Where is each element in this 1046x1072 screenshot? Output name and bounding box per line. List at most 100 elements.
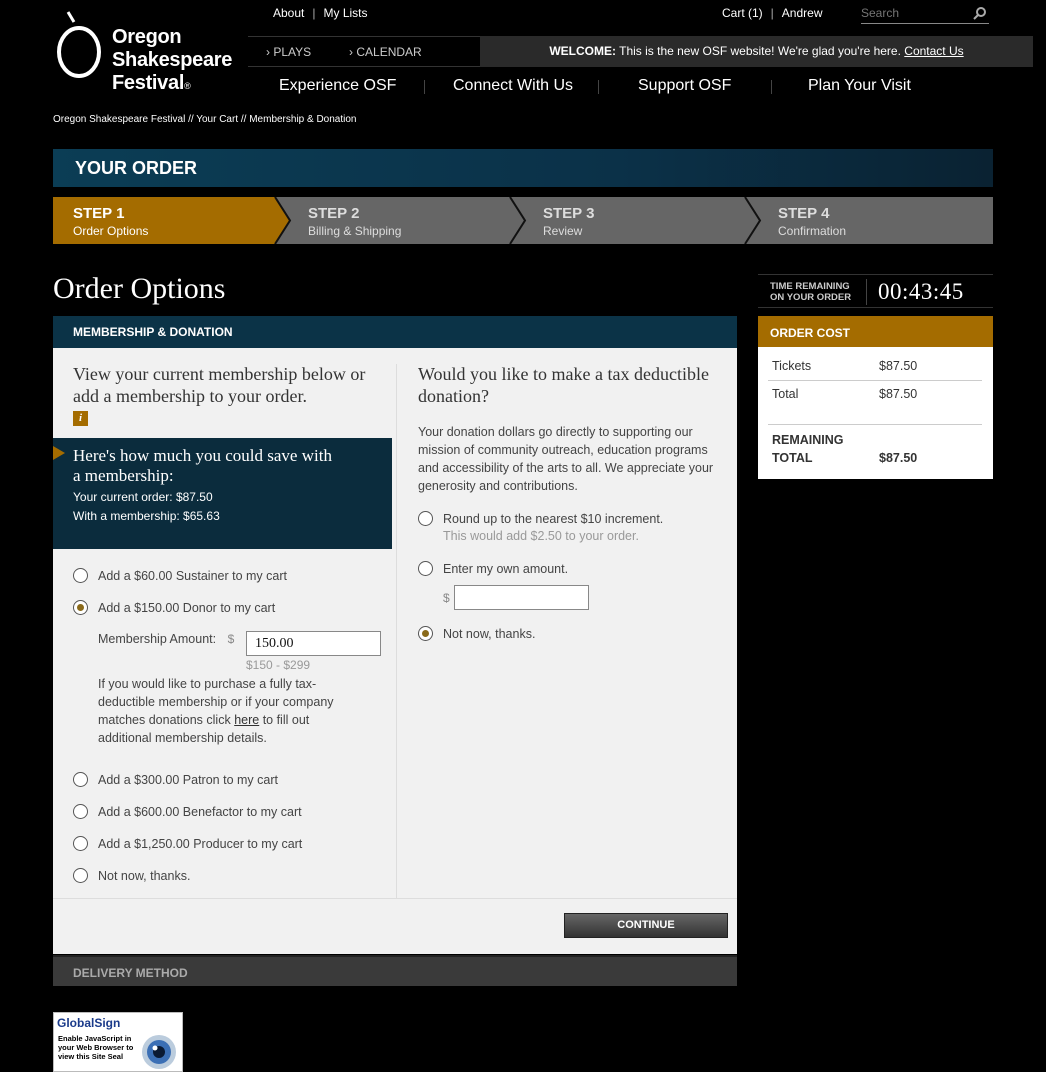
membership-donation-title: MEMBERSHIP & DONATION [73, 325, 233, 339]
delivery-method-title: DELIVERY METHOD [73, 966, 188, 980]
no-membership-label[interactable]: Not now, thanks. [98, 869, 190, 883]
sustainer-radio[interactable] [73, 568, 88, 583]
nav-support-osf[interactable]: Support OSF [638, 77, 731, 95]
osf-logo-icon [57, 11, 101, 78]
membership-note: If you would like to purchase a fully ta… [98, 675, 363, 747]
chevron-right-icon: › [349, 45, 353, 59]
savings-heading: Here's how much you could save with a me… [73, 446, 332, 485]
user-link[interactable]: Andrew [782, 6, 823, 20]
donation-amount-input[interactable] [454, 585, 589, 610]
no-membership-radio[interactable] [73, 868, 88, 883]
divider [768, 424, 982, 425]
about-link[interactable]: About [273, 6, 304, 20]
donation-currency-symbol: $ [443, 591, 450, 605]
remaining-label: REMAINING [772, 433, 844, 447]
no-donation-radio[interactable] [418, 626, 433, 641]
nav-plan-your-visit[interactable]: Plan Your Visit [808, 77, 911, 95]
step-1: STEP 1 Order Options [53, 197, 275, 244]
welcome-banner: WELCOME: This is the new OSF website! We… [480, 36, 1033, 67]
step-4-title: STEP 4 [778, 205, 830, 222]
benefactor-label[interactable]: Add a $600.00 Benefactor to my cart [98, 805, 302, 819]
benefactor-radio[interactable] [73, 804, 88, 819]
sub-nav: › PLAYS › CALENDAR [248, 36, 480, 67]
seal-text: Enable JavaScript in your Web Browser to… [58, 1034, 134, 1061]
nav-divider [598, 80, 599, 94]
donation-description: Your donation dollars go directly to sup… [418, 425, 714, 493]
membership-details-link[interactable]: here [234, 713, 259, 727]
nav-connect-with-us[interactable]: Connect With Us [453, 77, 573, 95]
donation-question: Would you like to make a tax deductible … [418, 364, 709, 406]
order-cost-title: ORDER COST [770, 326, 851, 340]
tickets-label: Tickets [772, 359, 812, 373]
top-links: About | My Lists [273, 6, 368, 20]
timer-divider [866, 279, 867, 305]
producer-radio[interactable] [73, 836, 88, 851]
step-3-subtitle: Review [543, 224, 583, 238]
welcome-text: This is the new OSF website! We're glad … [616, 44, 905, 58]
cart-link[interactable]: Cart (1) [722, 6, 763, 20]
membership-order-amount: With a membership: $65.63 [73, 509, 220, 523]
currency-symbol: $ [227, 632, 235, 646]
globalsign-site-seal[interactable]: GlobalSign Enable JavaScript in your Web… [53, 1012, 183, 1072]
timer-label-line-1: TIME REMAINING [770, 281, 850, 292]
own-amount-label[interactable]: Enter my own amount. [443, 562, 568, 576]
timer-label: TIME REMAINING ON YOUR ORDER [770, 281, 851, 303]
osf-logo[interactable]: Oregon Shakespeare Festival® [55, 8, 240, 98]
nav-divider [424, 80, 425, 94]
order-cost-header: ORDER COST [758, 316, 993, 347]
patron-label[interactable]: Add a $300.00 Patron to my cart [98, 773, 278, 787]
order-cost-summary: Tickets $87.50 Total $87.50 REMAINING TO… [758, 347, 993, 479]
nav-experience-osf[interactable]: Experience OSF [279, 77, 396, 95]
delivery-method-section[interactable]: DELIVERY METHOD [53, 955, 737, 986]
flag-marker-icon [53, 446, 65, 460]
current-order-amount: Your current order: $87.50 [73, 490, 213, 504]
remaining-total-value: $87.50 [879, 451, 918, 465]
no-donation-label[interactable]: Not now, thanks. [443, 627, 535, 641]
search-icon[interactable] [973, 6, 987, 20]
tickets-row: Tickets $87.50 [772, 359, 982, 373]
nav-divider [771, 80, 772, 94]
membership-amount-input[interactable] [246, 631, 381, 656]
remaining-total-row: REMAINING TOTAL $87.50 [772, 431, 982, 467]
divider [768, 380, 982, 381]
main-nav: Experience OSF Connect With Us Support O… [248, 70, 1033, 102]
registered-mark: ® [184, 81, 191, 91]
round-up-radio[interactable] [418, 511, 433, 526]
step-2: STEP 2 Billing & Shipping [288, 197, 510, 244]
step-4-subtitle: Confirmation [778, 224, 847, 238]
info-icon[interactable]: i [73, 411, 88, 426]
search-input[interactable] [861, 4, 966, 22]
my-lists-link[interactable]: My Lists [323, 6, 367, 20]
own-amount-radio[interactable] [418, 561, 433, 576]
step-4: STEP 4 Confirmation [758, 197, 993, 244]
breadcrumb[interactable]: Oregon Shakespeare Festival // Your Cart… [53, 114, 357, 125]
step-1-subtitle: Order Options [73, 224, 149, 238]
chevron-right-icon: › [266, 45, 270, 59]
donor-radio[interactable] [73, 600, 88, 615]
remaining-total-label: TOTAL [772, 451, 813, 465]
round-up-note: This would add $2.50 to your order. [443, 529, 639, 543]
membership-question: View your current membership below or ad… [73, 364, 366, 406]
logo-line-2: Shakespeare [112, 49, 233, 71]
plays-label: PLAYS [273, 45, 312, 59]
welcome-label: WELCOME: [549, 44, 616, 58]
sustainer-label[interactable]: Add a $60.00 Sustainer to my cart [98, 569, 287, 583]
amount-label-text: Membership Amount: [98, 632, 217, 646]
timer-value: 00:43:45 [878, 279, 964, 304]
step-3-title: STEP 3 [543, 205, 595, 222]
donor-label[interactable]: Add a $150.00 Donor to my cart [98, 601, 275, 615]
divider: | [770, 6, 774, 20]
globalsign-brand: GlobalSign [57, 1016, 121, 1030]
step-2-title: STEP 2 [308, 205, 360, 222]
total-row: Total $87.50 [772, 387, 982, 401]
plays-link[interactable]: › PLAYS [266, 45, 311, 59]
round-up-label[interactable]: Round up to the nearest $10 increment. [443, 512, 663, 526]
timer-label-line-2: ON YOUR ORDER [770, 292, 852, 303]
contact-us-link[interactable]: Contact Us [904, 44, 963, 58]
continue-button[interactable]: CONTINUE [564, 913, 728, 938]
patron-radio[interactable] [73, 772, 88, 787]
calendar-link[interactable]: › CALENDAR [349, 45, 422, 59]
eye-icon [142, 1035, 176, 1069]
producer-label[interactable]: Add a $1,250.00 Producer to my cart [98, 837, 302, 851]
total-label: Total [772, 387, 799, 401]
